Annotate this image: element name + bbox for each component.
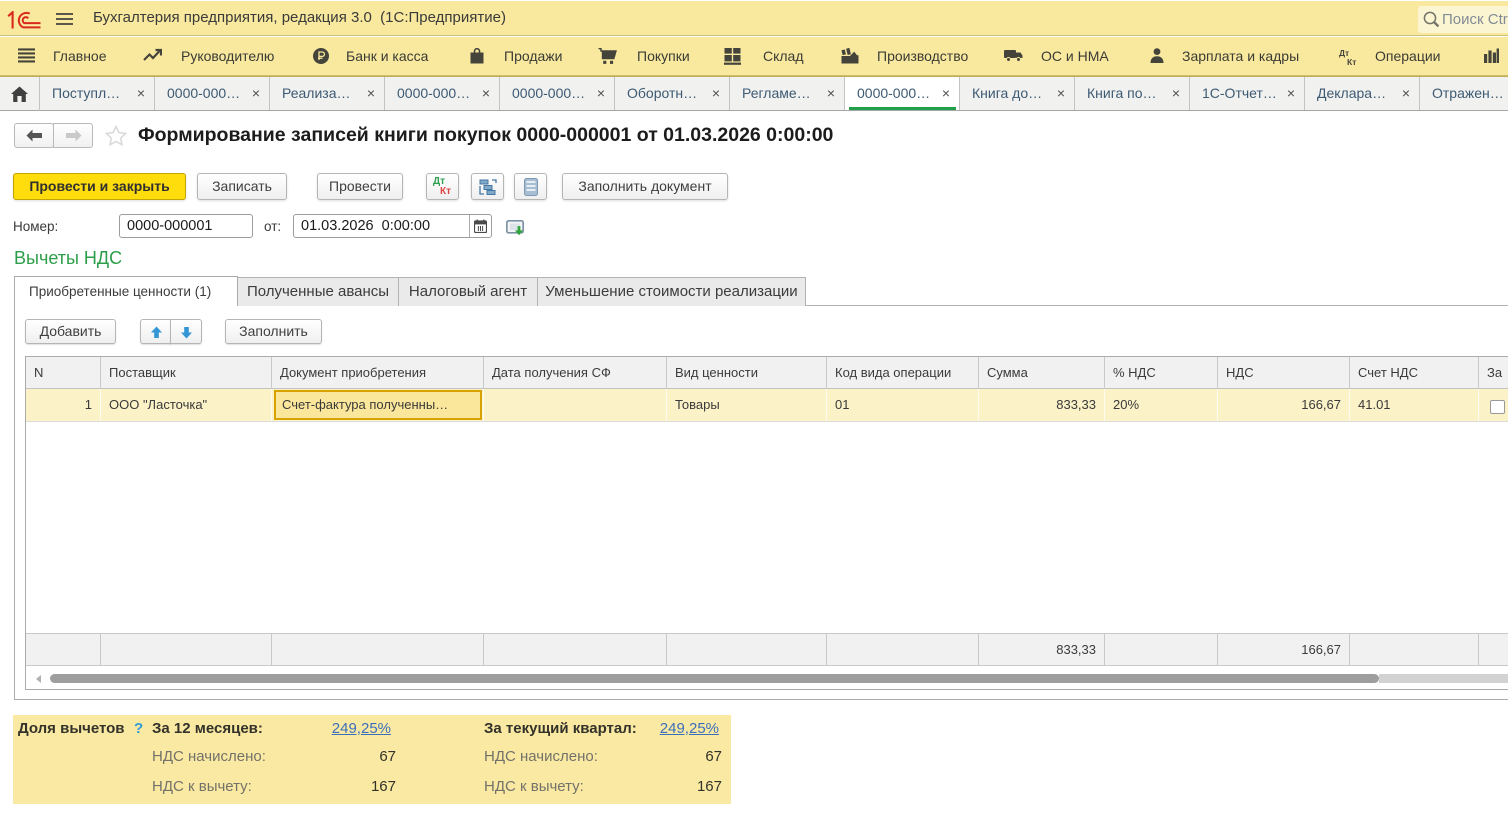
svg-text:Кт: Кт [1347,57,1356,66]
